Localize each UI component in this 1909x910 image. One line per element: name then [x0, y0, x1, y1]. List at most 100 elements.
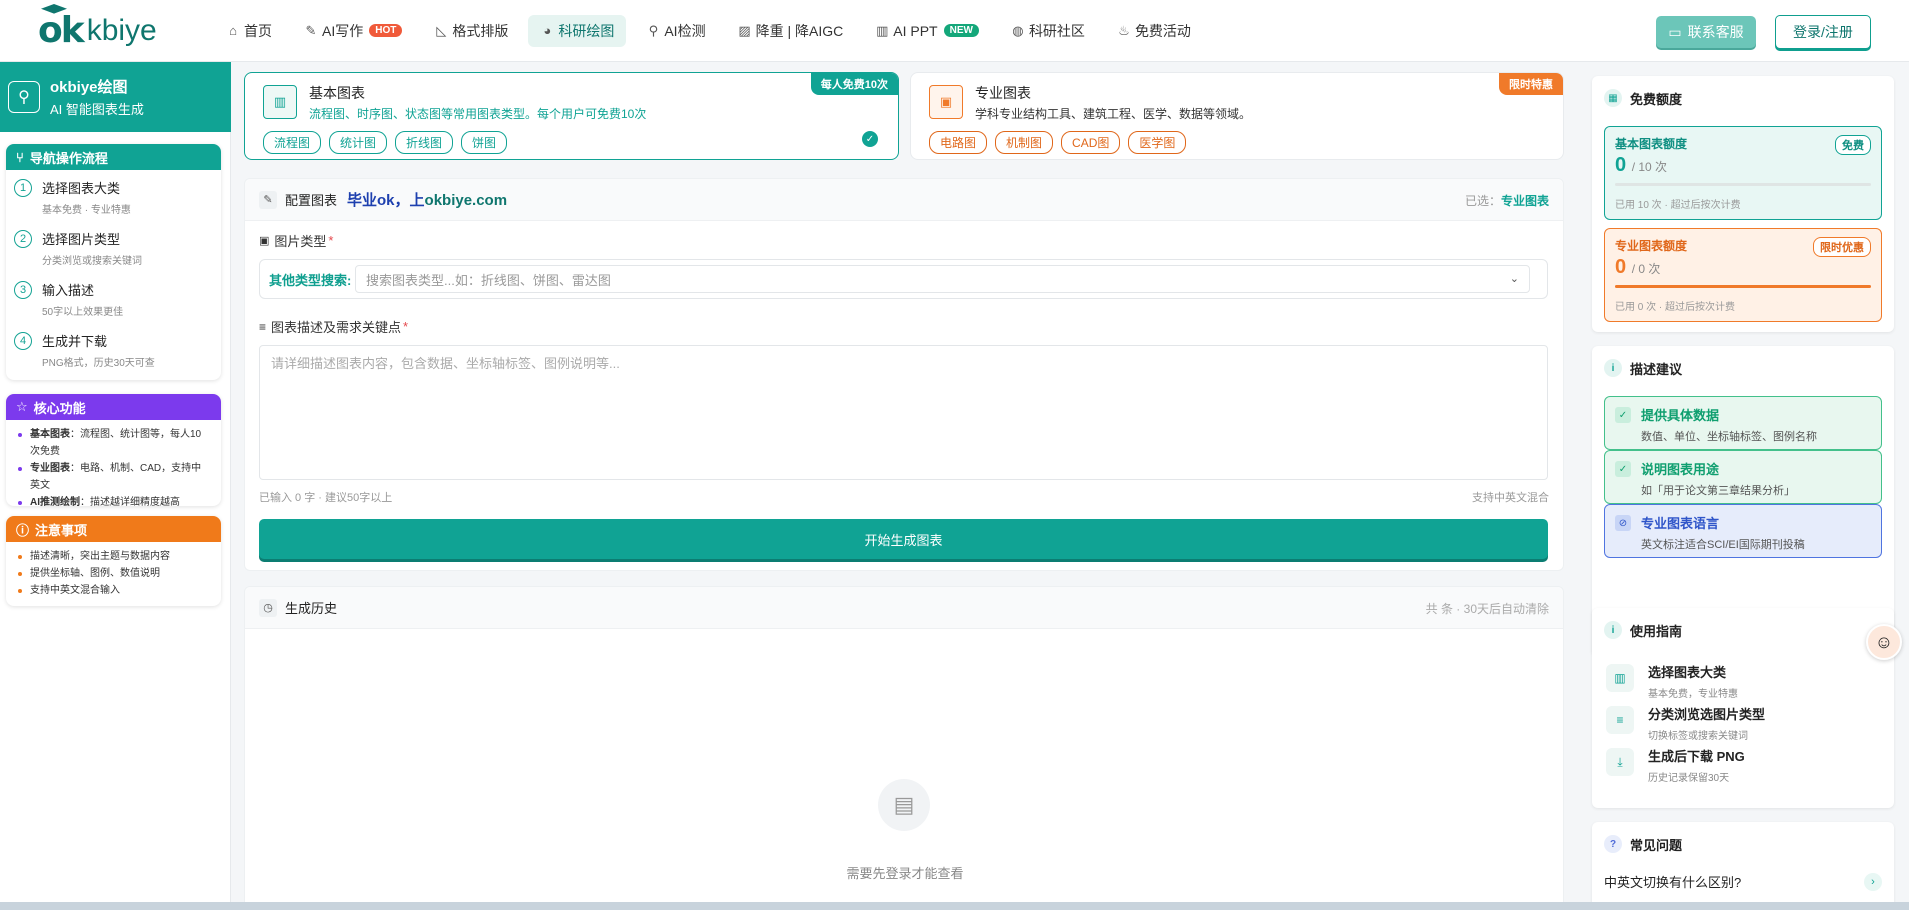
core-feature-name: 基本图表 — [30, 429, 70, 440]
step-title: 选择图表大类 — [42, 181, 121, 196]
chart-type-chip[interactable]: 机制图 — [995, 131, 1054, 154]
nav-item-2[interactable]: ✎ AI写作 HOT — [292, 15, 414, 47]
nav-item-4[interactable]: ◕ 科研绘图 — [528, 14, 627, 47]
step-title: 输入描述 — [42, 283, 95, 298]
type-search-input[interactable]: 搜索图表类型...如：折线图、饼图、雷达图 ⌄ — [355, 265, 1530, 293]
chart-type-chip[interactable]: 饼图 — [461, 131, 508, 154]
step-desc: PNG格式，历史30天可查 — [42, 358, 155, 369]
site-logo[interactable]: ok kbiye — [38, 4, 210, 56]
step-number: 2 — [14, 230, 32, 248]
slogan: 毕业ok，上okbiye.com — [347, 189, 507, 210]
basic-quota-badge: 免费 — [1835, 135, 1871, 155]
description-placeholder: 请详细描述图表内容，包含数据、坐标轴标签、图例说明等... — [271, 356, 620, 371]
guide-desc: 历史记录保留30天 — [1648, 773, 1730, 784]
nav-item-7[interactable]: ▥ AI PPT NEW — [863, 15, 991, 47]
chart-type-chip[interactable]: CAD图 — [1061, 131, 1121, 154]
chart-type-chip[interactable]: 统计图 — [329, 131, 388, 154]
pro-quota-badge: 限时优惠 — [1813, 237, 1871, 257]
chart-icon: ▥ — [876, 22, 889, 38]
download-icon: ⤓ — [1606, 748, 1634, 776]
history-clock-icon: ◷ — [259, 598, 277, 617]
chart-type-chip[interactable]: 折线图 — [395, 131, 454, 154]
chevron-right-icon[interactable]: › — [1864, 872, 1882, 891]
bullet-dot — [18, 589, 22, 593]
nav-step[interactable]: 2 选择图片类型 分类浏览或搜索关键词 — [6, 223, 221, 274]
document-icon: ▤ — [878, 779, 930, 831]
ban-icon: ⊘ — [1615, 515, 1631, 531]
contact-label: 联系客服 — [1687, 24, 1744, 40]
globe-icon: ◍ — [1012, 22, 1024, 38]
description-textarea[interactable]: 请详细描述图表内容，包含数据、坐标轴标签、图例说明等... — [259, 345, 1548, 480]
nav-item-8[interactable]: ◍ 科研社区 — [999, 15, 1097, 47]
nav-item-label: 免费活动 — [1134, 22, 1191, 39]
guide-card: i 使用指南 ▥ 选择图表大类 基本免费，专业特惠 ≡ 分类浏览选图片类型 切换标签或搜索关… — [1592, 608, 1894, 808]
nav-item-9[interactable]: ♨ 免费活动 — [1105, 15, 1203, 47]
bullet-dot — [18, 433, 22, 437]
notice-header: ⓘ 注意事项 — [6, 516, 221, 542]
edit-square-icon: ▨ — [738, 22, 751, 38]
step-title: 生成并下载 — [42, 334, 108, 349]
nav-item-5[interactable]: ⚲ AI检测 — [634, 15, 717, 47]
guide-title: 生成后下载 PNG — [1648, 749, 1745, 764]
pro-corner-badge: 限时特惠 — [1499, 73, 1563, 95]
list-icon: ≡ — [1606, 706, 1634, 734]
info-icon: ⓘ — [16, 522, 30, 538]
chart-type-chip[interactable]: 医学图 — [1128, 131, 1187, 154]
contact-support-button[interactable]: ▭ 联系客服 — [1656, 16, 1756, 48]
pro-chart-card[interactable]: ▣ 专业图表 学科专业结构工具、建筑工程、医学、数据等领域。 电路图 机制图 CAD… — [910, 72, 1564, 160]
guide-title: 选择图表大类 — [1648, 665, 1727, 680]
nav-flow-card: ⑂ 导航操作流程 1 选择图表大类 基本免费 · 专业特惠 2 选择图片类型 分类浏览或搜索… — [6, 144, 221, 380]
basic-quota-foot: 已用 10 次 · 超过后按次计费 — [1615, 200, 1741, 211]
step-number: 3 — [14, 281, 32, 299]
tip-title: 说明图表用途 — [1641, 462, 1720, 477]
nav-item-3[interactable]: ◺ 格式排版 — [422, 15, 520, 47]
flow-icon: ⑂ — [16, 149, 24, 165]
pro-quota-of: / 0 次 — [1631, 262, 1661, 276]
medal-icon: ♨ — [1118, 22, 1130, 38]
nav-badge: HOT — [369, 24, 403, 37]
faq-question: 中英文切换有什么区别? — [1604, 875, 1742, 890]
pen-icon: ✎ — [305, 22, 317, 38]
brand-title: okbiye绘图 — [50, 79, 128, 96]
chart-type-chip[interactable]: 电路图 — [929, 131, 988, 154]
notice-text: 提供坐标轴、图例、数值说明 — [30, 568, 160, 579]
nav-item-label: 科研绘图 — [558, 22, 615, 39]
char-count: 已输入 0 字 · 建议50字以上 — [259, 492, 393, 504]
bullet-dot — [18, 501, 22, 505]
selected-value: 专业图表 — [1500, 194, 1549, 208]
basic-chart-card[interactable]: ▥ 基本图表 流程图、时序图、状态图等常用图表类型。每个用户可免费10次 流程图… — [244, 72, 899, 160]
faq-title: 常见问题 — [1630, 837, 1683, 853]
calendar-icon: ▦ — [1604, 89, 1622, 107]
faq-item[interactable]: 中英文切换有什么区别? › — [1604, 872, 1882, 891]
nav-item-1[interactable]: ⌂ 首页 — [214, 15, 284, 47]
basic-card-title: 基本图表 — [309, 85, 365, 101]
basic-quota-bar — [1615, 183, 1871, 186]
tip-item: ⊘ 专业图表语言 英文标注适合SCI/EI国际期刊投稿 — [1604, 504, 1882, 558]
edit-icon: ✎ — [259, 190, 277, 209]
bottom-scrollbar[interactable] — [0, 902, 1909, 910]
guide-desc: 切换标签或搜索关键词 — [1648, 731, 1748, 742]
notice-text: 描述清晰，突出主题与数据内容 — [30, 551, 170, 562]
nav-item-6[interactable]: ▨ 降重 | 降AIGC — [726, 15, 856, 47]
pro-quota-value: 0 / 0 次 — [1615, 256, 1871, 279]
bullet-dot — [18, 467, 22, 471]
assistant-avatar[interactable]: ☺ — [1866, 624, 1902, 660]
tip-desc: 数值、单位、坐标轴标签、图例名称 — [1641, 431, 1817, 443]
generate-chart-button[interactable]: 开始生成图表 — [259, 519, 1548, 559]
info-icon: i — [1604, 359, 1622, 377]
config-title: 配置图表 — [285, 193, 338, 208]
left-sidebar: ⚲ okbiye绘图 AI 智能图表生成 ⑂ 导航操作流程 1 选择图表大类 基本免费… — [0, 62, 231, 910]
guide-item: ≡ 分类浏览选图片类型 切换标签或搜索关键词 — [1606, 704, 1765, 742]
chevron-down-icon[interactable]: ⌄ — [1510, 272, 1519, 285]
history-title: 生成历史 — [285, 601, 338, 616]
pro-card-title: 专业图表 — [975, 85, 1031, 101]
search-icon: ⚲ — [648, 22, 659, 38]
nav-step[interactable]: 1 选择图表大类 基本免费 · 专业特惠 — [6, 172, 221, 223]
login-register-button[interactable]: 登录/注册 — [1775, 15, 1871, 49]
basic-quota-num: 0 — [1615, 154, 1627, 176]
nav-step[interactable]: 4 生成并下载 PNG格式，历史30天可查 — [6, 325, 221, 376]
basic-quota-title: 基本图表额度 — [1615, 137, 1688, 151]
nav-step[interactable]: 3 输入描述 50字以上效果更佳 — [6, 274, 221, 325]
chart-type-chip[interactable]: 流程图 — [263, 131, 322, 154]
nav-item-label: AI写作 — [322, 22, 364, 39]
